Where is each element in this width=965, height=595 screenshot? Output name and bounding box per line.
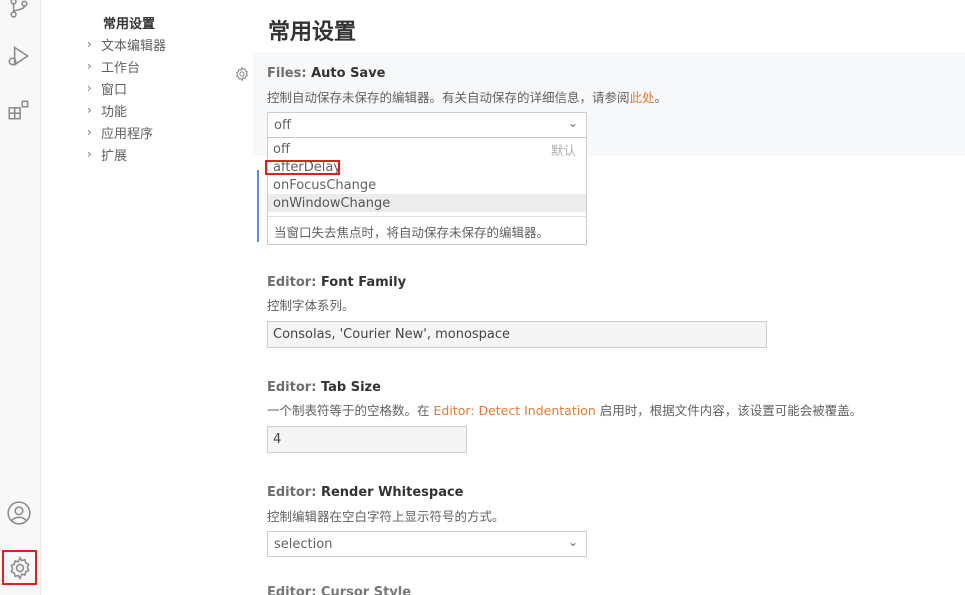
chevron-right-icon: ›	[87, 125, 92, 139]
setting-description: 控制字体系列。	[267, 298, 355, 313]
setting-gear-icon[interactable]	[234, 66, 250, 82]
chevron-right-icon: ›	[87, 147, 92, 161]
desc-text: 启用时，根据文件内容，该设置可能会被覆盖。	[595, 403, 863, 418]
toc-item-extensions[interactable]: › 扩展	[87, 145, 128, 164]
chevron-right-icon: ›	[87, 103, 92, 117]
setting-description: 一个制表符等于的空格数。在 Editor: Detect Indentation…	[267, 400, 862, 419]
activity-bar	[0, 0, 41, 595]
annotation-highlight-box	[265, 160, 340, 175]
settings-toc: 常用设置 › 文本编辑器 › 工作台 › 窗口 › 功能 › 应用程序 › 扩展	[41, 0, 253, 595]
setting-name: Tab Size	[320, 380, 381, 395]
setting-name: Render Whitespace	[320, 485, 464, 500]
desc-text: 一个制表符等于的空格数。在	[267, 403, 434, 418]
setting-title-partial: Editor: Cursor Style	[267, 585, 412, 595]
render-whitespace-select[interactable]: selection ⌄	[267, 531, 587, 557]
default-badge: 默认	[550, 142, 576, 158]
toc-item-features[interactable]: › 功能	[87, 101, 128, 120]
select-value: off	[274, 117, 291, 133]
toc-item-label: 窗口	[101, 82, 128, 98]
toc-item-label: 应用程序	[101, 126, 154, 142]
setting-category: Editor:	[267, 485, 321, 500]
setting-render-whitespace: Editor: Render Whitespace 控制编辑器在空白字符上显示符…	[253, 472, 965, 572]
option-label: onFocusChange	[273, 177, 377, 193]
setting-title: Files: Auto Save	[267, 66, 386, 81]
chevron-right-icon: ›	[87, 37, 92, 51]
source-control-icon[interactable]	[5, 0, 33, 22]
extensions-icon[interactable]	[5, 96, 33, 124]
toc-item-application[interactable]: › 应用程序	[87, 123, 154, 142]
toc-header[interactable]: 常用设置	[103, 13, 155, 32]
auto-save-select[interactable]: off ⌄	[267, 112, 587, 138]
settings-content: 常用设置 Files: Auto Save 控制自动保存未保存的编辑器。有关自动…	[253, 0, 965, 595]
account-icon[interactable]	[5, 499, 33, 527]
desc-link[interactable]: Editor: Detect Indentation	[433, 403, 595, 418]
setting-category: Files:	[267, 66, 312, 81]
toc-item-label: 文本编辑器	[101, 38, 167, 54]
setting-description: 控制编辑器在空白字符上显示符号的方式。	[267, 509, 505, 524]
toc-item-label: 功能	[101, 104, 128, 120]
setting-category: Editor:	[267, 275, 321, 290]
page-title: 常用设置	[268, 20, 357, 45]
toc-item-text-editor[interactable]: › 文本编辑器	[87, 35, 167, 54]
setting-name: Font Family	[320, 275, 407, 290]
toc-item-label: 扩展	[101, 148, 128, 164]
setting-description: 控制自动保存未保存的编辑器。有关自动保存的详细信息，请参阅此处。	[267, 87, 667, 106]
setting-tab-size: Editor: Tab Size 一个制表符等于的空格数。在 Editor: D…	[253, 367, 965, 467]
option-on-focus-change[interactable]: onFocusChange	[268, 176, 586, 194]
chevron-down-icon: ⌄	[567, 535, 578, 549]
setting-title: Editor: Tab Size	[267, 380, 381, 395]
option-label: off	[273, 141, 290, 157]
desc-link[interactable]: 此处	[630, 90, 655, 105]
auto-save-dropdown: off 默认 afterDelay onFocusChange onWindow…	[267, 137, 587, 245]
setting-name: Auto Save	[311, 66, 386, 81]
option-description: 当窗口失去焦点时，将自动保存未保存的编辑器。	[274, 225, 550, 240]
option-on-window-change[interactable]: onWindowChange	[268, 194, 586, 212]
manage-gear-icon[interactable]	[2, 550, 37, 585]
toc-item-label: 工作台	[101, 60, 141, 76]
desc-text: 控制自动保存未保存的编辑器。有关自动保存的详细信息，请参阅	[267, 90, 630, 105]
desc-text: 。	[654, 90, 668, 105]
toc-item-window[interactable]: › 窗口	[87, 79, 128, 98]
setting-title: Editor: Font Family	[267, 275, 406, 290]
run-debug-icon[interactable]	[5, 42, 33, 70]
option-label: onWindowChange	[273, 195, 391, 211]
tab-size-input[interactable]: 4	[267, 426, 467, 453]
chevron-right-icon: ›	[87, 59, 92, 73]
dropdown-divider	[268, 216, 586, 217]
setting-category: Editor:	[267, 380, 321, 395]
setting-title: Editor: Render Whitespace	[267, 485, 464, 500]
setting-font-family: Editor: Font Family 控制字体系列。 Consolas, 'C…	[253, 262, 965, 362]
focus-indicator	[257, 170, 259, 242]
option-off[interactable]: off 默认	[268, 140, 586, 158]
chevron-right-icon: ›	[87, 81, 92, 95]
chevron-down-icon: ⌄	[567, 116, 578, 130]
toc-item-workbench[interactable]: › 工作台	[87, 57, 141, 76]
font-family-input[interactable]: Consolas, 'Courier New', monospace	[267, 321, 767, 348]
select-value: selection	[274, 536, 333, 552]
